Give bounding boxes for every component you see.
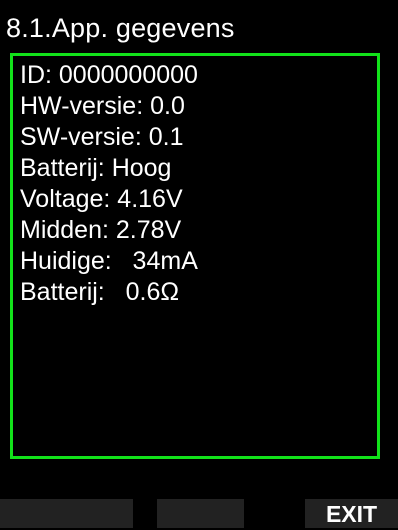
software-version-line: SW-versie: 0.1 — [20, 123, 184, 151]
left-softkey-button[interactable] — [0, 499, 133, 528]
middle-softkey-button[interactable] — [157, 499, 244, 528]
voltage-line: Voltage: 4.16V — [20, 185, 183, 213]
device-id-line: ID: 0000000000 — [20, 61, 198, 89]
battery-status-line: Batterij: Hoog — [20, 154, 172, 182]
softkey-bar: EXIT — [0, 499, 398, 528]
page-title: 8.1.App. gegevens — [6, 13, 235, 43]
current-line: Huidige: 34mA — [20, 247, 198, 275]
exit-button[interactable]: EXIT — [305, 499, 398, 528]
middle-voltage-line: Midden: 2.78V — [20, 216, 182, 244]
device-info-list: ID: 0000000000 HW-versie: 0.0 SW-versie:… — [20, 60, 198, 308]
hardware-version-line: HW-versie: 0.0 — [20, 92, 185, 120]
device-info-panel: ID: 0000000000 HW-versie: 0.0 SW-versie:… — [10, 53, 380, 459]
battery-resistance-line: Batterij: 0.6Ω — [20, 278, 180, 306]
